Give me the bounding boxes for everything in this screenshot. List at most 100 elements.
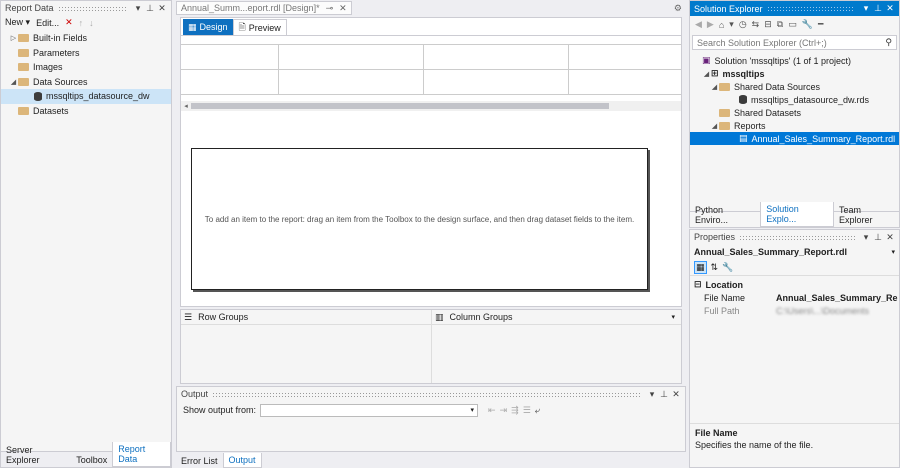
goto-previous-icon[interactable]: ⇤ (488, 405, 496, 416)
tree-item-built-in-fields[interactable]: ▷ Built-in Fields (1, 31, 171, 46)
property-category[interactable]: ⊟ Location (690, 278, 899, 291)
collapse-arrow-icon[interactable]: ◢ (710, 83, 719, 91)
move-down-icon[interactable]: ↓ (89, 18, 94, 28)
tab-error-list[interactable]: Error List (176, 454, 223, 468)
tree-item-project[interactable]: ◢ ⊞ mssqltips (690, 67, 899, 80)
tree-item-datasets[interactable]: Datasets (1, 104, 171, 119)
folder-icon (719, 108, 730, 117)
output-source-select[interactable]: ▾ (260, 403, 479, 417)
search-placeholder: Search Solution Explorer (Ctrl+;) (697, 37, 827, 48)
edit-button[interactable]: Edit... (36, 18, 59, 28)
new-button[interactable]: New ▾ (5, 17, 30, 28)
sync-icon[interactable]: ⇆ (752, 19, 760, 30)
drag-grip[interactable] (212, 391, 641, 397)
show-all-files-icon[interactable]: ⧉ (777, 19, 783, 30)
collapse-category-icon[interactable]: ⊟ (694, 279, 702, 290)
report-data-titlebar: Report Data ▾ ⊥ ✕ (1, 1, 171, 15)
categorized-icon[interactable]: ▦ (694, 260, 707, 274)
tree-item-images[interactable]: Images (1, 60, 171, 75)
expand-arrow-icon[interactable]: ▷ (9, 34, 18, 42)
scroll-left-icon[interactable]: ◂ (181, 102, 191, 110)
pin-icon[interactable]: ⊥ (659, 389, 669, 400)
tree-item-shared-datasets[interactable]: Shared Datasets (690, 106, 899, 119)
property-value[interactable]: C:\Users\...\Documents (776, 306, 899, 316)
dropdown-icon[interactable]: ▾ (647, 389, 657, 400)
property-pages-icon[interactable]: 🔧 (722, 262, 733, 273)
pin-icon[interactable]: ⊥ (873, 3, 883, 14)
close-icon[interactable]: ✕ (885, 3, 895, 14)
body-hint-text: To add an item to the report: drag an it… (204, 214, 635, 224)
alphabetical-icon[interactable]: ⇅ (711, 262, 719, 273)
properties-object-select[interactable]: Annual_Sales_Summary_Report.rdl ▾ (690, 244, 899, 259)
tab-python-environments[interactable]: Python Enviro... (690, 203, 760, 227)
collapse-arrow-icon[interactable]: ◢ (9, 78, 18, 86)
drag-grip[interactable] (766, 6, 855, 11)
dropdown-icon[interactable]: ▾ (133, 3, 143, 14)
find-message-icon[interactable]: ⇶ (511, 405, 519, 416)
solution-search-box[interactable]: Search Solution Explorer (Ctrl+;) ⚲ (692, 35, 897, 50)
report-body[interactable]: To add an item to the report: drag an it… (191, 148, 648, 290)
move-up-icon[interactable]: ↑ (79, 18, 84, 28)
collapse-arrow-icon[interactable]: ◢ (710, 122, 719, 130)
horizontal-scrollbar[interactable]: ◂ (181, 101, 681, 111)
property-row-full-path[interactable]: Full Path C:\Users\...\Documents (690, 304, 899, 317)
collapse-all-icon[interactable]: ⊟ (764, 19, 772, 30)
property-row-file-name[interactable]: File Name Annual_Sales_Summary_Re (690, 291, 899, 304)
tree-item-shared-data-sources[interactable]: ◢ Shared Data Sources (690, 80, 899, 93)
pin-icon[interactable]: ⊥ (145, 3, 155, 14)
close-icon[interactable]: ✕ (671, 389, 681, 400)
tab-solution-explorer[interactable]: Solution Explo... (760, 202, 834, 227)
drag-grip[interactable] (739, 234, 855, 240)
close-tab-icon[interactable]: ✕ (339, 3, 347, 14)
home-icon[interactable]: ⌂ (719, 20, 724, 30)
tab-design[interactable]: ▦ Design (183, 19, 233, 35)
drag-grip[interactable] (57, 5, 127, 11)
delete-icon[interactable]: ✕ (65, 17, 73, 28)
properties-wrench-icon[interactable]: 🔧 (802, 19, 813, 30)
design-icon: ▦ (188, 21, 197, 32)
open-folder-icon (18, 77, 29, 86)
property-name: Full Path (704, 305, 740, 316)
word-wrap-icon[interactable]: ⤶ (535, 405, 540, 416)
pending-changes-icon[interactable]: ◷ (739, 19, 747, 30)
forward-icon[interactable]: ▶ (707, 19, 714, 30)
tab-toolbox[interactable]: Toolbox (71, 453, 112, 467)
tree-item-label: mssqltips_datasource_dw.rds (751, 94, 870, 105)
description-text: Specifies the name of the file. (695, 440, 814, 450)
pin-icon[interactable]: ⊥ (873, 232, 883, 243)
back-icon[interactable]: ◀ (695, 19, 702, 30)
close-icon[interactable]: ✕ (157, 3, 167, 14)
tree-item-label: Reports (734, 120, 766, 131)
refresh-icon[interactable]: ▭ (788, 19, 797, 30)
preview-icon[interactable]: ━ (818, 19, 823, 30)
goto-next-icon[interactable]: ⇥ (500, 405, 508, 416)
pin-icon[interactable]: ⊸ (326, 3, 334, 14)
tree-item-reports[interactable]: ◢ Reports (690, 119, 899, 132)
settings-gear-icon[interactable]: ⚙ (674, 3, 682, 14)
tree-item-datasource-rds[interactable]: mssqltips_datasource_dw.rds (690, 93, 899, 106)
tree-item-data-sources[interactable]: ◢ Data Sources (1, 75, 171, 90)
tab-report-data[interactable]: Report Data (112, 442, 171, 467)
grouping-pane: ☰ Row Groups ▥ Column Groups ▾ (180, 309, 682, 384)
document-tab[interactable]: Annual_Summ...eport.rdl [Design]* ⊸ ✕ (176, 1, 352, 15)
tab-team-explorer[interactable]: Team Explorer (834, 203, 899, 227)
search-icon[interactable]: ⚲ (885, 37, 892, 48)
tree-item-report-rdl[interactable]: ▤ Annual_Sales_Summary_Report.rdl (690, 132, 899, 145)
clear-all-icon[interactable]: ☰ (523, 405, 531, 416)
tree-item-solution[interactable]: ▣ Solution 'mssqltips' (1 of 1 project) (690, 54, 899, 67)
column-groups-icon: ▥ (435, 311, 444, 322)
chevron-down-icon[interactable]: ▾ (671, 313, 675, 321)
output-title: Output (181, 389, 209, 399)
tab-output[interactable]: Output (222, 453, 262, 468)
collapse-arrow-icon[interactable]: ◢ (702, 70, 711, 78)
tree-item-parameters[interactable]: Parameters (1, 46, 171, 61)
scroll-thumb[interactable] (191, 103, 609, 109)
close-icon[interactable]: ✕ (885, 232, 895, 243)
dropdown-icon[interactable]: ▾ (861, 3, 871, 14)
tab-server-explorer[interactable]: Server Explorer (1, 443, 71, 467)
tree-item-datasource[interactable]: mssqltips_datasource_dw (1, 89, 171, 104)
tab-preview[interactable]: 🗎 Preview (232, 19, 287, 35)
property-value[interactable]: Annual_Sales_Summary_Re (776, 293, 899, 303)
switch-views-icon[interactable]: ▾ (729, 19, 734, 30)
dropdown-icon[interactable]: ▾ (861, 232, 871, 243)
